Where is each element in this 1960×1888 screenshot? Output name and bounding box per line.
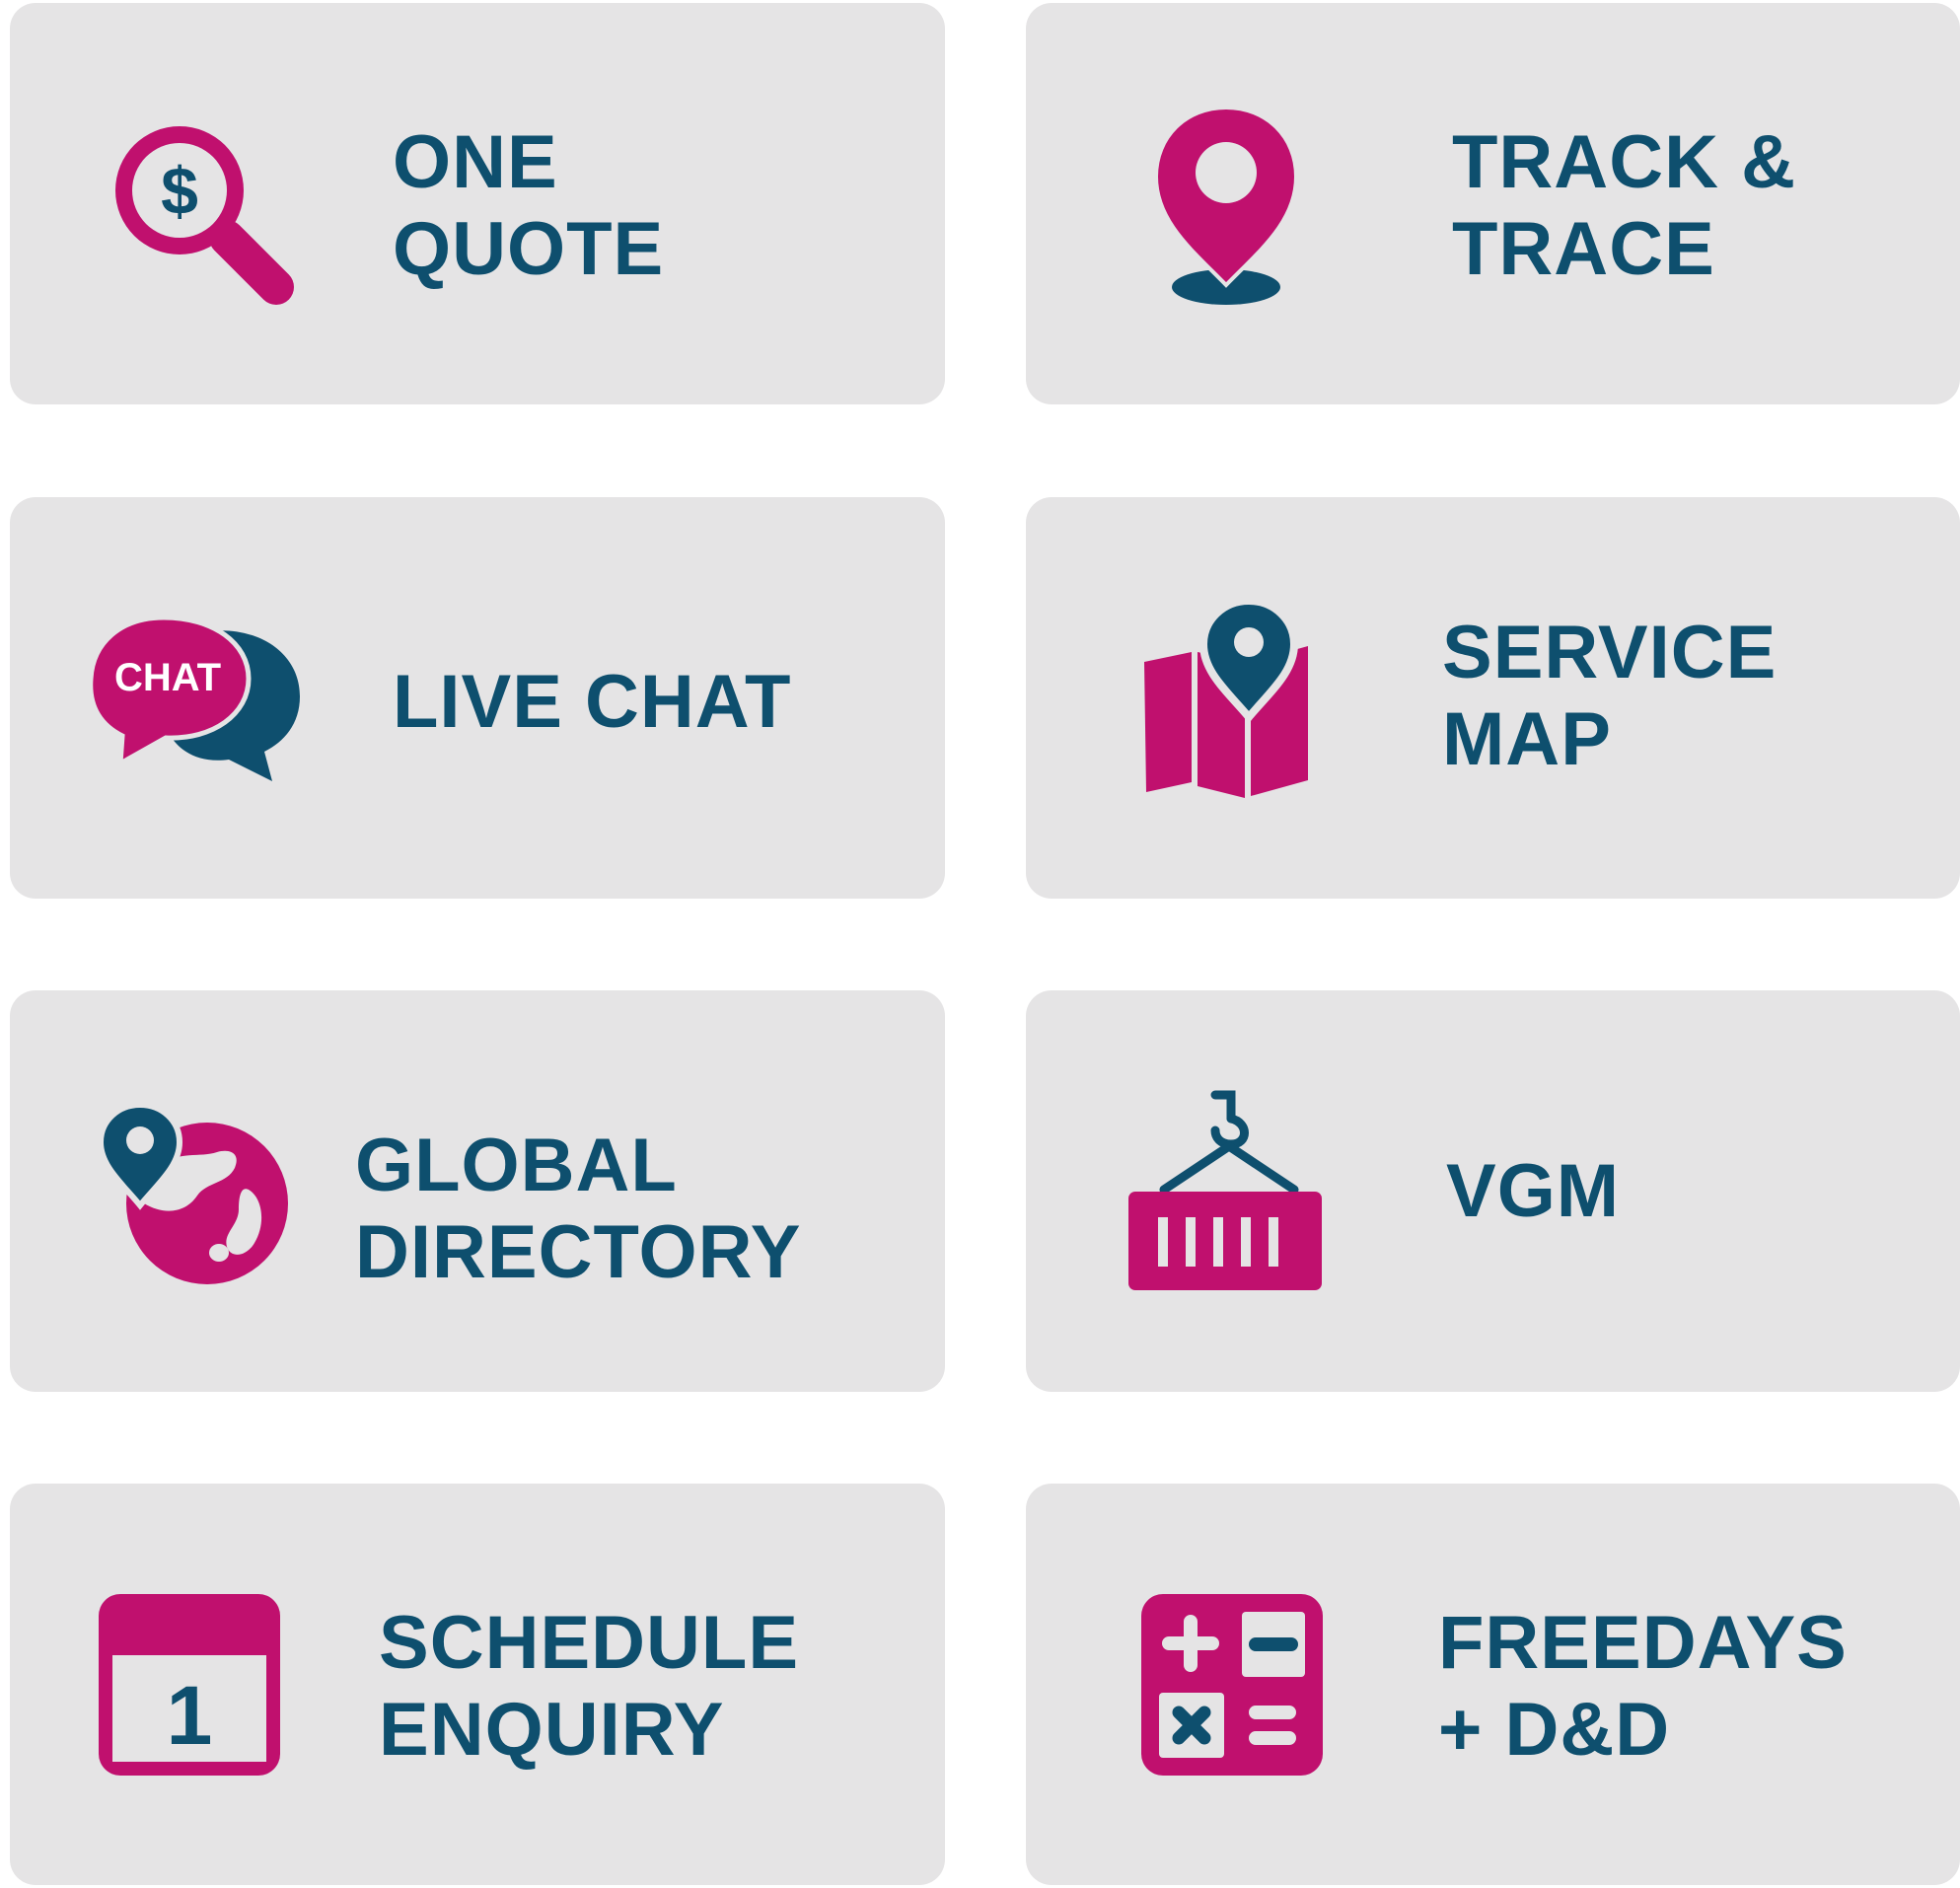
tile-schedule-enquiry[interactable]: 1 SCHEDULE ENQUIRY: [10, 1484, 945, 1885]
tile-label: SCHEDULE ENQUIRY: [379, 1601, 800, 1772]
tile-freedays-dd[interactable]: FREEDAYS + D&D: [1026, 1484, 1960, 1885]
tile-label: SERVICE MAP: [1442, 611, 1778, 781]
calendar-icon: 1: [99, 1594, 282, 1778]
tile-label: FREEDAYS + D&D: [1438, 1601, 1848, 1772]
location-pin-icon: [1152, 104, 1300, 311]
container-hook-icon: [1128, 1090, 1326, 1290]
chat-icon-text: CHAT: [114, 656, 221, 699]
tile-label: GLOBAL DIRECTORY: [355, 1124, 802, 1294]
tile-one-quote[interactable]: $ ONE QUOTE: [10, 3, 945, 404]
calculator-icon: [1141, 1594, 1325, 1778]
tile-label: ONE QUOTE: [393, 120, 665, 291]
folded-map-icon: [1140, 596, 1314, 798]
dollar-search-icon: $: [101, 111, 298, 309]
calendar-day-number: 1: [167, 1669, 213, 1762]
tile-label: VGM: [1446, 1149, 1621, 1233]
svg-text:$: $: [161, 154, 198, 229]
globe-pin-icon: [97, 1099, 288, 1296]
tile-vgm[interactable]: VGM: [1026, 990, 1960, 1392]
tile-service-map[interactable]: SERVICE MAP: [1026, 497, 1960, 899]
tile-live-chat[interactable]: CHAT LIVE CHAT: [10, 497, 945, 899]
tile-label: TRACK & TRACE: [1452, 120, 1796, 291]
chat-bubbles-icon: CHAT: [88, 614, 300, 781]
tile-label: LIVE CHAT: [393, 660, 792, 744]
tile-track-trace[interactable]: TRACK & TRACE: [1026, 3, 1960, 404]
tile-global-directory[interactable]: GLOBAL DIRECTORY: [10, 990, 945, 1392]
